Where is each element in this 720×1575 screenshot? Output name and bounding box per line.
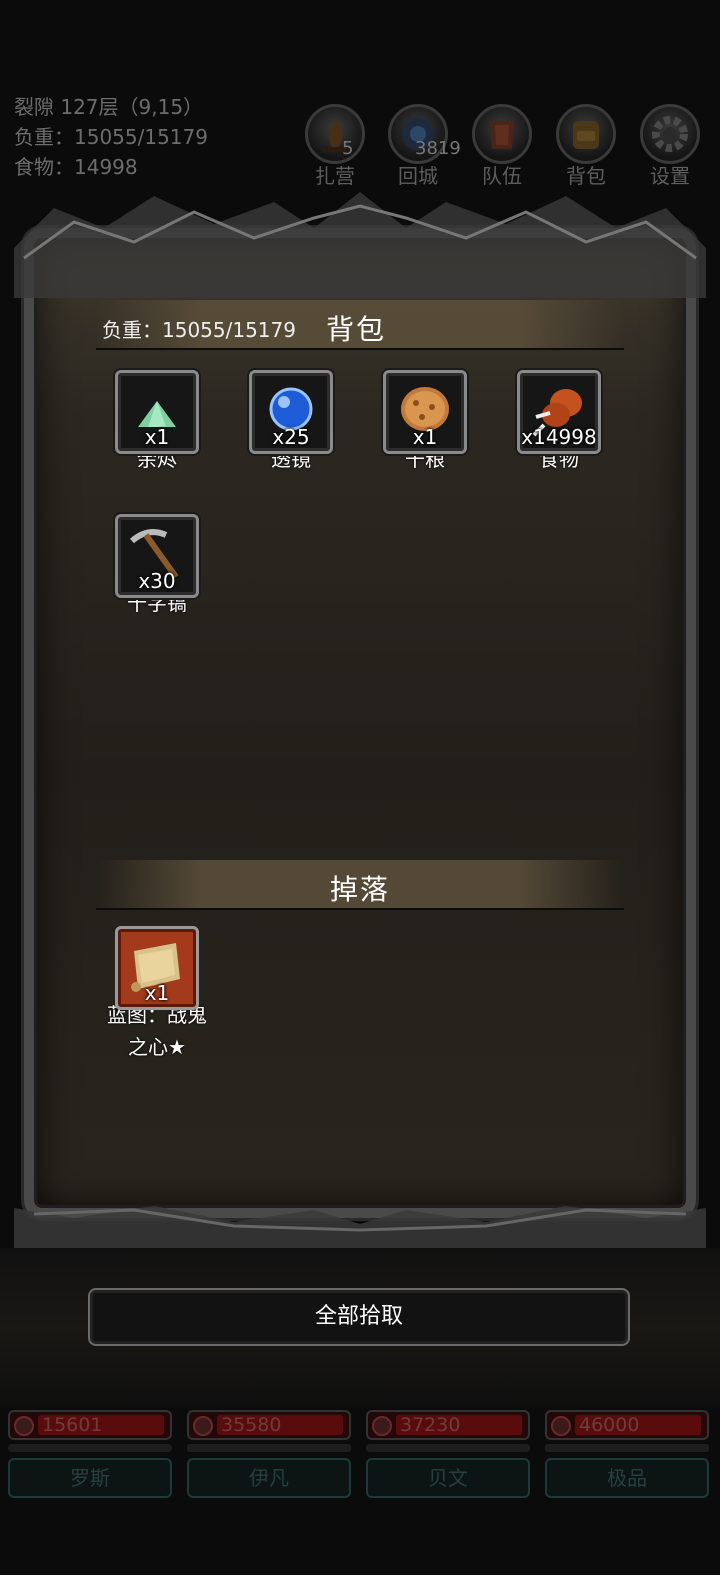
item-qty: x1 [144,425,170,449]
hero-hp-bar: 46000 [545,1410,709,1440]
bag-item-ration[interactable]: x1 干粮 [365,370,485,472]
camp-button[interactable]: 5 扎营 [302,104,368,189]
hero-card-jipin[interactable]: 46000 极品 [545,1410,709,1498]
drop-header: 掉落 [96,860,624,910]
gear-icon [640,104,700,164]
frame-crown-ornament [14,192,706,298]
blueprint-scroll-icon: x1 [115,926,199,1010]
bag-item-food[interactable]: x14998 食物 [499,370,619,472]
bag-item-pickaxe[interactable]: x30 十字镐 [97,514,217,616]
ember-icon: x1 [115,370,199,454]
backpack-icon [556,104,616,164]
item-qty: x25 [272,425,310,449]
return-city-badge: 3819 [415,138,461,159]
hero-energy-bar [545,1444,709,1452]
location-text: 裂隙 127层（9,15） [14,95,204,119]
hero-hp-bar: 37230 [366,1410,530,1440]
hero-name: 罗斯 [8,1458,172,1498]
hero-hp-bar: 35580 [187,1410,351,1440]
hero-card-ross[interactable]: 15601 罗斯 [8,1410,172,1498]
hero-card-ivan[interactable]: 35580 伊凡 [187,1410,351,1498]
hero-hp-bar: 15601 [8,1410,172,1440]
hero-hp: 37230 [400,1414,461,1436]
load-text: 负重：15055/15179 [14,125,208,149]
item-qty: x1 [144,981,170,1005]
ration-icon: x1 [383,370,467,454]
hero-hp: 35580 [221,1414,282,1436]
sword-icon [372,1416,392,1436]
campfire-icon [305,104,365,164]
item-qty: x14998 [521,425,597,449]
hud-info: 裂隙 127层（9,15） 负重：15055/15179 食物：14998 [14,92,208,182]
hero-card-bevan[interactable]: 37230 贝文 [366,1410,530,1498]
sword-icon [14,1416,34,1436]
drop-title: 掉落 [329,873,390,906]
team-label: 队伍 [482,164,522,188]
sword-icon [193,1416,213,1436]
team-button[interactable]: 队伍 [469,104,535,189]
camp-badge: 5 [342,138,354,159]
hero-energy-bar [366,1444,530,1452]
bag-item-lens[interactable]: x25 透镜 [231,370,351,472]
bag-title: 背包 [326,313,387,346]
drop-item-blueprint[interactable]: x1 蓝图：战鬼 之心★ [87,926,227,1060]
camp-label: 扎营 [315,164,355,188]
pickaxe-icon: x30 [115,514,199,598]
team-icon [472,104,532,164]
backpack-label: 背包 [566,164,606,188]
hero-name: 贝文 [366,1458,530,1498]
return-city-label: 回城 [398,164,438,188]
hero-energy-bar [8,1444,172,1452]
hero-name: 极品 [545,1458,709,1498]
bag-item-ember[interactable]: x1 余烬 [97,370,217,472]
food-text: 食物：14998 [14,155,138,179]
lens-icon: x25 [249,370,333,454]
sword-icon [551,1416,571,1436]
hero-energy-bar [187,1444,351,1452]
hero-hp: 15601 [42,1414,103,1436]
pickup-all-button[interactable]: 全部拾取 [88,1288,630,1346]
item-name-line2: 之心★ [128,1035,186,1059]
return-city-button[interactable]: 3819 回城 [385,104,461,189]
item-qty: x30 [138,569,176,593]
bag-load-text: 负重：15055/15179 [102,318,296,342]
hero-hp: 46000 [579,1414,640,1436]
frame-foot-ornament [14,1206,706,1248]
settings-button[interactable]: 设置 [637,104,703,189]
bag-header: 负重：15055/15179 背包 [96,300,624,350]
item-qty: x1 [412,425,438,449]
meat-icon: x14998 [517,370,601,454]
hero-name: 伊凡 [187,1458,351,1498]
settings-label: 设置 [650,164,690,188]
backpack-button[interactable]: 背包 [553,104,619,189]
